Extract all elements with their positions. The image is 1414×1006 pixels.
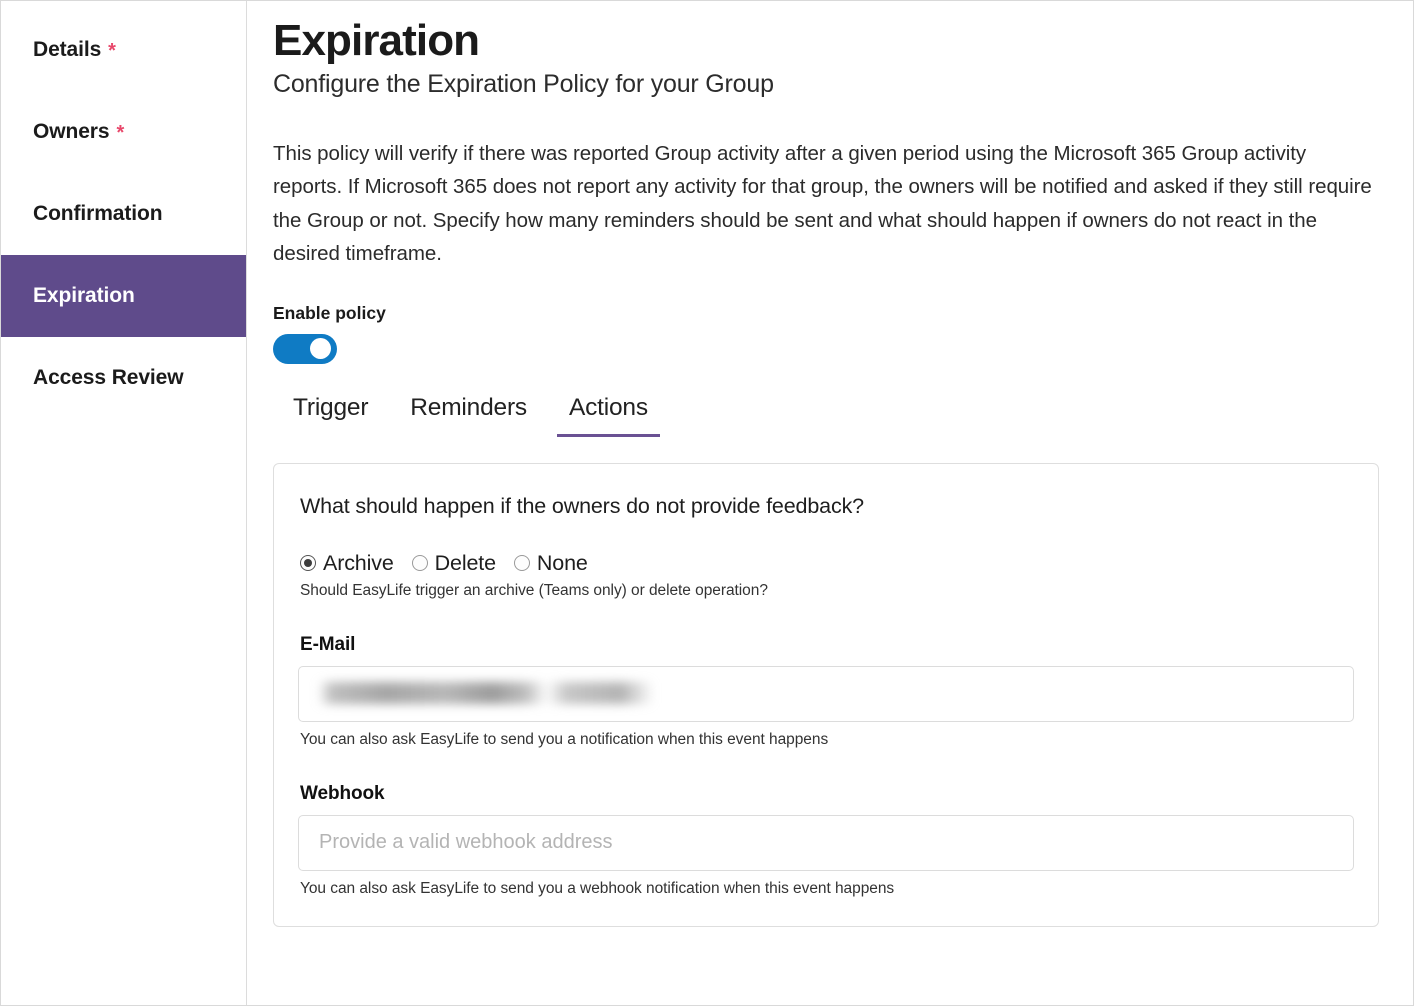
radio-mark-icon xyxy=(514,555,530,571)
email-field-label: E-Mail xyxy=(300,634,1354,656)
sidebar-item-label: Access Review xyxy=(33,366,183,390)
sidebar-item-confirmation[interactable]: Confirmation xyxy=(1,173,246,255)
tab-actions[interactable]: Actions xyxy=(557,394,660,437)
radio-label: Delete xyxy=(435,551,496,576)
expiration-policy-wizard: Details * Owners * Confirmation Expirati… xyxy=(0,0,1414,1006)
sidebar-item-expiration[interactable]: Expiration xyxy=(1,255,246,337)
sidebar-item-details[interactable]: Details * xyxy=(1,9,246,91)
email-help-text: You can also ask EasyLife to send you a … xyxy=(300,731,1354,749)
radio-option-none[interactable]: None xyxy=(514,551,588,576)
enable-policy-toggle[interactable] xyxy=(273,334,337,364)
main-content: Expiration Configure the Expiration Poli… xyxy=(247,1,1413,1005)
radio-mark-icon xyxy=(412,555,428,571)
sidebar-item-access-review[interactable]: Access Review xyxy=(1,337,246,419)
email-input-wrap xyxy=(298,666,1354,722)
policy-description: This policy will verify if there was rep… xyxy=(273,137,1378,271)
policy-tabs: Trigger Reminders Actions xyxy=(273,394,1379,437)
webhook-input-wrap xyxy=(298,815,1354,871)
email-input[interactable] xyxy=(298,666,1354,722)
actions-panel: What should happen if the owners do not … xyxy=(273,463,1379,927)
required-asterisk-icon: * xyxy=(108,41,116,61)
radio-help-text: Should EasyLife trigger an archive (Team… xyxy=(300,582,1354,600)
radio-mark-icon xyxy=(300,555,316,571)
webhook-help-text: You can also ask EasyLife to send you a … xyxy=(300,880,1354,898)
radio-option-archive[interactable]: Archive xyxy=(300,551,394,576)
enable-policy-label: Enable policy xyxy=(273,303,1379,324)
tab-trigger[interactable]: Trigger xyxy=(281,394,380,437)
toggle-knob xyxy=(310,338,331,359)
sidebar-item-label: Owners xyxy=(33,120,109,144)
radio-label: None xyxy=(537,551,588,576)
radio-label: Archive xyxy=(323,551,394,576)
wizard-step-sidebar: Details * Owners * Confirmation Expirati… xyxy=(1,1,247,1005)
required-asterisk-icon: * xyxy=(116,123,124,143)
sidebar-item-label: Confirmation xyxy=(33,202,162,226)
page-subtitle: Configure the Expiration Policy for your… xyxy=(273,70,1379,99)
sidebar-item-owners[interactable]: Owners * xyxy=(1,91,246,173)
webhook-input[interactable] xyxy=(298,815,1354,871)
radio-option-delete[interactable]: Delete xyxy=(412,551,496,576)
tab-reminders[interactable]: Reminders xyxy=(398,394,539,437)
feedback-action-radio-group: Archive Delete None xyxy=(300,551,1354,576)
page-title: Expiration xyxy=(273,19,1379,64)
actions-question: What should happen if the owners do not … xyxy=(300,494,1354,519)
webhook-field-label: Webhook xyxy=(300,783,1354,805)
sidebar-item-label: Details xyxy=(33,38,101,62)
sidebar-item-label: Expiration xyxy=(33,284,135,308)
